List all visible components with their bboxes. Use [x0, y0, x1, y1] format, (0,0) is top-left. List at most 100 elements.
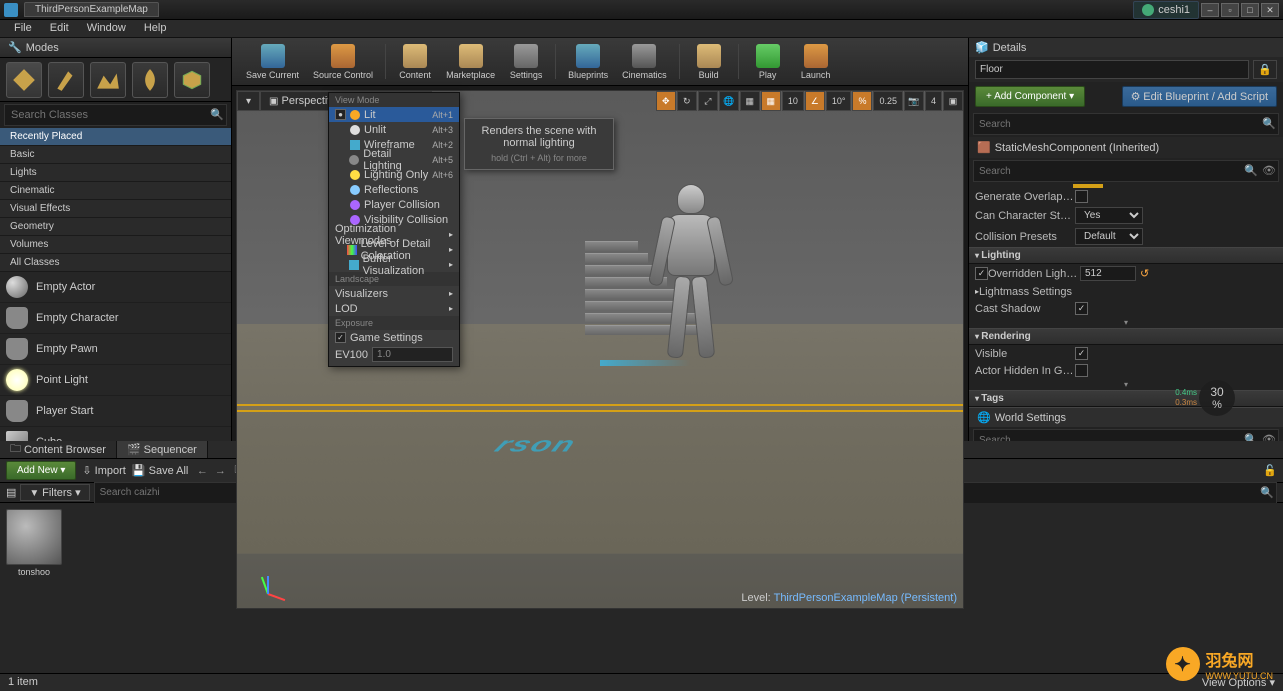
surface-snap[interactable]: ▦ — [740, 91, 760, 111]
search-icon[interactable]: 🔍 — [1242, 161, 1260, 181]
edit-blueprint-button[interactable]: ⚙ Edit Blueprint / Add Script — [1122, 86, 1277, 107]
component-tree-item[interactable]: 🟫 StaticMeshComponent (Inherited) — [969, 137, 1283, 158]
dd-detail-lighting[interactable]: Detail LightingAlt+5 — [329, 152, 459, 167]
classes-search[interactable]: 🔍 — [4, 104, 227, 126]
add-new-button[interactable]: Add New ▾ — [6, 461, 76, 480]
details-search-input[interactable] — [974, 161, 1242, 181]
sources-toggle-icon[interactable]: ▤ — [6, 486, 16, 499]
category-all-classes[interactable]: All Classes — [0, 254, 231, 272]
dd-player-collision[interactable]: Player Collision — [329, 197, 459, 212]
dd-visualizers[interactable]: Visualizers▸ — [329, 286, 459, 301]
dd-game-settings[interactable]: ✓Game Settings — [329, 330, 459, 345]
grid-snap-value[interactable]: 10 — [782, 91, 804, 111]
user-badge[interactable]: ceshi1 — [1133, 1, 1199, 19]
category-volumes[interactable]: Volumes — [0, 236, 231, 254]
cinematics-button[interactable]: Cinematics — [616, 40, 673, 83]
save-current-button[interactable]: Save Current — [240, 40, 305, 83]
prop-lightmass-settings[interactable]: ▸ Lightmass Settings — [969, 283, 1283, 300]
dd-lit[interactable]: ●LitAlt+1 — [329, 107, 459, 122]
content-button[interactable]: Content — [392, 40, 438, 83]
search-icon[interactable]: 🔍 — [208, 105, 226, 125]
checkbox[interactable] — [1075, 364, 1088, 377]
category-basic[interactable]: Basic — [0, 146, 231, 164]
lock-icon[interactable]: 🔒 — [1253, 60, 1277, 79]
source-control-button[interactable]: Source Control — [307, 40, 379, 83]
menu-window[interactable]: Window — [79, 20, 134, 37]
paint-mode-button[interactable] — [48, 62, 84, 98]
minimize-button[interactable]: – — [1201, 3, 1219, 17]
search-icon[interactable]: 🔍 — [1260, 114, 1278, 134]
title-tab[interactable]: ThirdPersonExampleMap — [24, 2, 159, 17]
category-lights[interactable]: Lights — [0, 164, 231, 182]
marketplace-button[interactable]: Marketplace — [440, 40, 501, 83]
restore-button[interactable]: ▫ — [1221, 3, 1239, 17]
menu-file[interactable]: File — [6, 20, 40, 37]
collision-select[interactable]: Default — [1075, 228, 1143, 245]
settings-button[interactable]: Settings — [503, 40, 549, 83]
ev100-input[interactable] — [372, 347, 453, 362]
sequencer-tab[interactable]: 🎬Sequencer — [117, 441, 208, 458]
checkbox[interactable] — [1075, 190, 1088, 203]
viewport-options-button[interactable]: ▾ — [237, 91, 260, 111]
step-up-select[interactable]: Yes — [1075, 207, 1143, 224]
category-recently-placed[interactable]: Recently Placed — [0, 128, 231, 146]
search-icon[interactable]: 🔍 — [1258, 483, 1276, 503]
actor-empty-character[interactable]: Empty Character — [0, 303, 231, 334]
launch-button[interactable]: Launch — [793, 40, 839, 83]
component-search-input[interactable] — [974, 114, 1260, 134]
save-all-button[interactable]: 💾 Save All — [132, 464, 189, 477]
nav-back-button[interactable]: ← — [194, 465, 210, 477]
lightmap-input[interactable] — [1080, 266, 1136, 281]
reset-icon[interactable]: ↺ — [1140, 267, 1149, 280]
category-cinematic[interactable]: Cinematic — [0, 182, 231, 200]
level-link[interactable]: ThirdPersonExampleMap (Persistent) — [774, 592, 957, 604]
coord-toggle[interactable]: 🌐 — [719, 91, 739, 111]
actor-point-light[interactable]: Point Light — [0, 365, 231, 396]
details-tab[interactable]: 🧊 Details — [969, 38, 1283, 57]
content-browser-tab[interactable]: 🗀Content Browser — [0, 441, 117, 458]
dd-buffer-vis[interactable]: Buffer Visualization▸ — [329, 257, 459, 272]
blueprints-button[interactable]: Blueprints — [562, 40, 614, 83]
asset-tile[interactable]: tonshoo — [6, 509, 62, 577]
classes-search-input[interactable] — [5, 105, 208, 125]
checkbox[interactable]: ✓ — [975, 267, 988, 280]
expand-lighting[interactable]: ▾ — [969, 317, 1283, 328]
maximize-button[interactable]: □ — [1241, 3, 1259, 17]
rotate-tool[interactable]: ↻ — [677, 91, 697, 111]
actor-name-input[interactable] — [975, 60, 1249, 79]
close-button[interactable]: ✕ — [1261, 3, 1279, 17]
checkbox[interactable]: ✓ — [1075, 347, 1088, 360]
eye-icon[interactable]: 👁 — [1260, 161, 1278, 181]
foliage-mode-button[interactable] — [132, 62, 168, 98]
actor-empty-pawn[interactable]: Empty Pawn — [0, 334, 231, 365]
build-button[interactable]: Build — [686, 40, 732, 83]
geometry-mode-button[interactable] — [174, 62, 210, 98]
camera-speed-icon[interactable]: 📷 — [904, 91, 924, 111]
checkbox[interactable]: ✓ — [1075, 302, 1088, 315]
dd-unlit[interactable]: UnlitAlt+3 — [329, 122, 459, 137]
add-component-button[interactable]: + Add Component ▾ — [975, 86, 1085, 107]
play-button[interactable]: Play — [745, 40, 791, 83]
angle-snap-value[interactable]: 10° — [826, 91, 852, 111]
filters-button[interactable]: ▼ Filters ▾ — [20, 484, 89, 501]
scale-tool[interactable]: ⤢ — [698, 91, 718, 111]
menu-edit[interactable]: Edit — [42, 20, 77, 37]
category-geometry[interactable]: Geometry — [0, 218, 231, 236]
world-settings-tab[interactable]: 🌐 World Settings — [969, 407, 1283, 427]
maximize-viewport[interactable]: ▣ — [943, 91, 963, 111]
actor-player-start[interactable]: Player Start — [0, 396, 231, 427]
place-mode-button[interactable] — [6, 62, 42, 98]
menu-help[interactable]: Help — [136, 20, 175, 37]
rendering-section-header[interactable]: Rendering — [969, 328, 1283, 345]
import-button[interactable]: ⇩ Import — [82, 464, 125, 477]
tags-section-header[interactable]: Tags — [969, 390, 1283, 407]
translate-tool[interactable]: ✥ — [656, 91, 676, 111]
scale-snap-value[interactable]: 0.25 — [873, 91, 903, 111]
angle-snap-toggle[interactable]: ∠ — [805, 91, 825, 111]
lighting-section-header[interactable]: Lighting — [969, 247, 1283, 264]
dd-reflections[interactable]: Reflections — [329, 182, 459, 197]
scale-snap-toggle[interactable]: % — [852, 91, 872, 111]
lock-icon[interactable]: 🔓 — [1263, 464, 1277, 477]
dd-lod[interactable]: LOD▸ — [329, 301, 459, 316]
dd-lighting-only[interactable]: Lighting OnlyAlt+6 — [329, 167, 459, 182]
